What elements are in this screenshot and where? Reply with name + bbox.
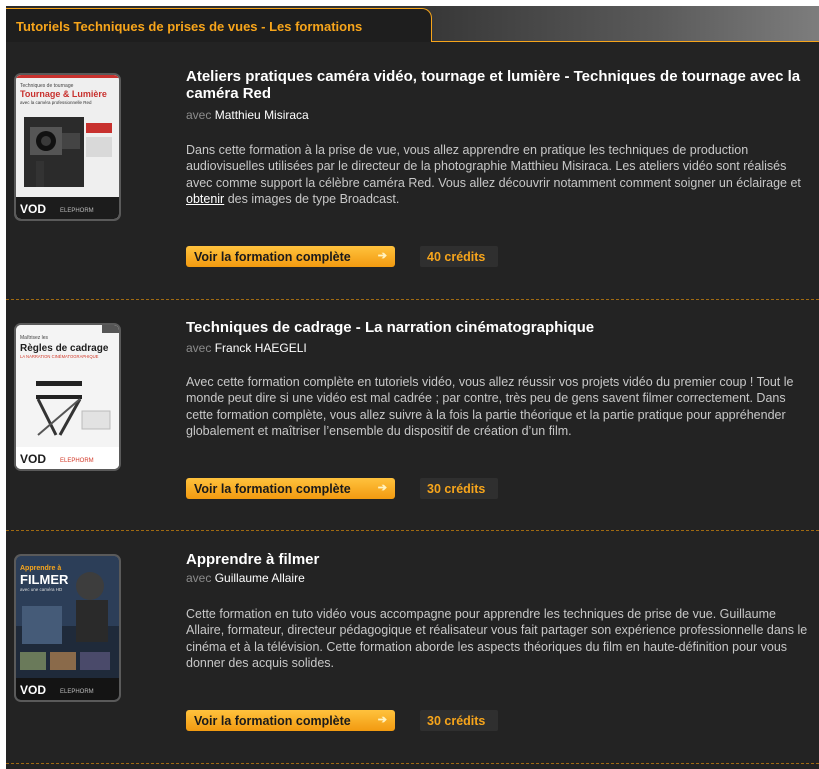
course-cover-image[interactable]: Maîtrisez les Règles de cadrage LA NARRA… bbox=[16, 325, 119, 469]
course-author: avec Matthieu Misiraca bbox=[186, 108, 309, 122]
arrow-right-icon: ➔ bbox=[377, 250, 387, 262]
course-title[interactable]: Apprendre à filmer bbox=[186, 551, 806, 568]
svg-text:LA NARRATION CINÉMATOGRAPHIQUE: LA NARRATION CINÉMATOGRAPHIQUE bbox=[20, 354, 99, 359]
view-course-button[interactable]: Voir la formation complète ➔ bbox=[186, 478, 395, 499]
credits-badge: 40 crédits bbox=[420, 246, 498, 267]
course-title[interactable]: Techniques de cadrage - La narration cin… bbox=[186, 319, 806, 336]
course-cover-image[interactable]: Techniques de tournage Tournage & Lumièr… bbox=[16, 75, 119, 219]
svg-text:ELEPHORM: ELEPHORM bbox=[60, 208, 94, 214]
svg-text:Maîtrisez les: Maîtrisez les bbox=[20, 335, 49, 341]
credits-badge: 30 crédits bbox=[420, 710, 498, 731]
view-course-button[interactable]: Voir la formation complète ➔ bbox=[186, 246, 395, 267]
course-author: avec Franck HAEGELI bbox=[186, 341, 307, 355]
author-prefix: avec bbox=[186, 571, 212, 585]
formations-panel: Tutoriels Techniques de prises de vues -… bbox=[6, 6, 819, 769]
course-description: Avec cette formation complète en tutorie… bbox=[186, 375, 794, 438]
svg-text:FILMER: FILMER bbox=[20, 572, 69, 587]
course-cover-image[interactable]: Apprendre à FILMER avec une caméra HD VO… bbox=[16, 556, 119, 700]
course-description: Cette formation en tuto vidéo vous accom… bbox=[186, 607, 808, 670]
svg-text:avec la caméra professionnelle: avec la caméra professionnelle Red bbox=[20, 100, 92, 105]
course-separator bbox=[6, 530, 819, 531]
author-name: Guillaume Allaire bbox=[214, 571, 305, 585]
credits-badge: 30 crédits bbox=[420, 478, 498, 499]
author-name: Matthieu Misiraca bbox=[214, 108, 309, 122]
svg-text:ELEPHORM: ELEPHORM bbox=[60, 689, 94, 695]
svg-text:avec une caméra HD: avec une caméra HD bbox=[20, 587, 63, 592]
svg-text:Tournage & Lumière: Tournage & Lumière bbox=[20, 89, 107, 99]
page-title: Tutoriels Techniques de prises de vues -… bbox=[16, 19, 363, 34]
course-separator bbox=[6, 299, 819, 300]
svg-text:VOD: VOD bbox=[20, 202, 46, 216]
course-title[interactable]: Ateliers pratiques caméra vidéo, tournag… bbox=[186, 68, 806, 102]
svg-text:Apprendre à: Apprendre à bbox=[20, 565, 61, 572]
description-link[interactable]: obtenir bbox=[186, 192, 224, 206]
view-course-button[interactable]: Voir la formation complète ➔ bbox=[186, 710, 395, 731]
arrow-right-icon: ➔ bbox=[377, 482, 387, 494]
arrow-right-icon: ➔ bbox=[377, 714, 387, 726]
svg-text:Règles de cadrage: Règles de cadrage bbox=[20, 343, 109, 354]
svg-text:VOD: VOD bbox=[20, 683, 46, 697]
course-description: Dans cette formation à la prise de vue, … bbox=[186, 143, 801, 206]
author-name: Franck HAEGELI bbox=[214, 341, 307, 355]
svg-text:VOD: VOD bbox=[20, 452, 46, 466]
course-author: avec Guillaume Allaire bbox=[186, 571, 305, 585]
author-prefix: avec bbox=[186, 108, 212, 122]
svg-text:ELEPHORM: ELEPHORM bbox=[60, 458, 94, 464]
author-prefix: avec bbox=[186, 341, 212, 355]
panel-header: Tutoriels Techniques de prises de vues -… bbox=[6, 6, 819, 42]
course-separator bbox=[6, 763, 819, 764]
header-tab: Tutoriels Techniques de prises de vues -… bbox=[6, 8, 432, 42]
